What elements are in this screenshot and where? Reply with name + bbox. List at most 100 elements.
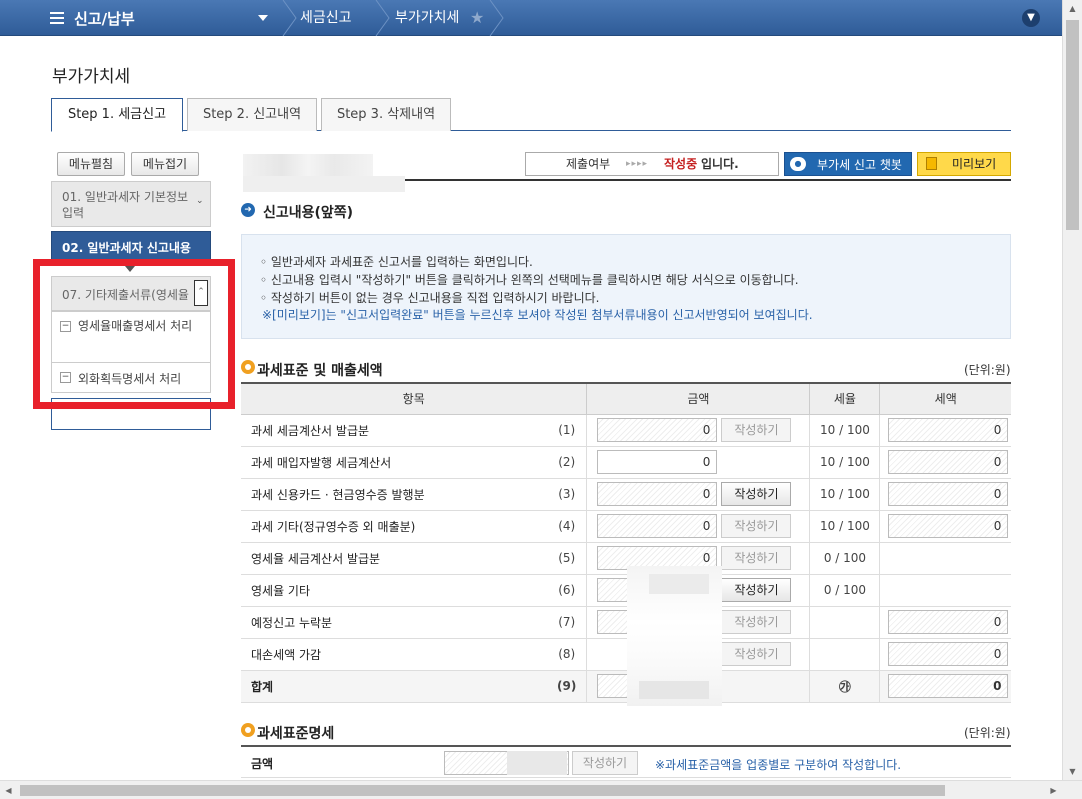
tab-step2[interactable]: Step 2. 신고내역 (187, 98, 317, 131)
amount-input[interactable]: 0 (597, 482, 718, 506)
breadcrumb-separator-icon (374, 0, 392, 36)
menu-collapse-button[interactable]: 메뉴접기 (131, 152, 199, 176)
row-label: 과세 세금계산서 발급분 (241, 414, 547, 447)
tax-input[interactable]: 0 (888, 418, 1009, 442)
tax-input[interactable]: 0 (888, 482, 1009, 506)
info-note: ※[미리보기]는 "신고서입력완료" 버튼을 누르신후 보셔야 작성된 첨부서류… (262, 308, 813, 322)
tax-input[interactable]: 0 (888, 514, 1009, 538)
status-state: 작성중 (664, 157, 698, 171)
step-tabs: Step 1. 세금신고 Step 2. 신고내역 Step 3. 삭제내역 (51, 98, 1011, 132)
tax-input[interactable]: 0 (888, 450, 1009, 474)
horizontal-scrollbar[interactable]: ◀ ▶ (0, 780, 1082, 799)
scrollbar-thumb[interactable] (20, 785, 945, 796)
chatbot-icon: ● (790, 157, 806, 171)
row-label: 대손세액 가감 (241, 638, 547, 671)
breadcrumb-separator-icon (281, 0, 299, 36)
tax-base-note: ※과세표준금액을 업종별로 구분하여 작성합니다. (655, 758, 902, 772)
vertical-scrollbar[interactable]: ▲ ▼ (1062, 0, 1082, 780)
row-number: (8) (546, 638, 587, 671)
amount-cell: 0 작성하기 (586, 478, 810, 511)
write-button[interactable]: 작성하기 (721, 418, 792, 442)
scrollbar-thumb[interactable] (1066, 20, 1079, 230)
tax-base-table: 항목 금액 세율 세액 과세 세금계산서 발급분 (1) 0 작성하기 10 / 100… (241, 382, 1011, 703)
table-row: 과세 신용카드 · 현금영수증 발행분 (3) 0 작성하기 10 / 100 0 (241, 478, 1011, 511)
tab-step3[interactable]: Step 3. 삭제내역 (321, 98, 451, 131)
preview-button[interactable]: 미리보기 (917, 152, 1011, 176)
section-title-tax-base-detail: 과세표준명세 (257, 726, 335, 742)
chevron-down-circle-icon[interactable]: ▼ (1022, 9, 1040, 27)
row-number: (6) (546, 574, 587, 607)
unit-label: (단위:원) (964, 363, 1011, 377)
bullet-circle-icon (241, 360, 255, 374)
rate-cell: 0 / 100 (809, 574, 880, 607)
status-suffix: 입니다. (701, 157, 739, 171)
status-arrows: ▸▸▸▸ (626, 159, 649, 169)
favorite-star-icon[interactable]: ★ (470, 8, 484, 27)
menu-expand-button[interactable]: 메뉴펼침 (57, 152, 125, 176)
submission-status: 제출여부 ▸▸▸▸ 작성중 입니다. (525, 152, 779, 176)
amount-input[interactable]: 0 (597, 418, 718, 442)
tax-input[interactable]: 0 (888, 674, 1009, 698)
column-header-rate: 세율 (809, 382, 880, 415)
table-row: 합계 (9) ㉮ 0 (241, 670, 1011, 703)
tab-step1[interactable]: Step 1. 세금신고 (51, 98, 183, 132)
amount-input[interactable]: 0 (597, 450, 718, 474)
table-row: 과세 기타(정규영수증 외 매출분) (4) 0 작성하기 10 / 100 0 (241, 510, 1011, 543)
row-label-amount: 금액 (251, 757, 274, 771)
write-button[interactable]: 작성하기 (572, 751, 638, 775)
table-row: 대손세액 가감 (8) 작성하기 0 (241, 638, 1011, 671)
vat-chatbot-button[interactable]: ● 부가세 신고 챗봇 (784, 152, 912, 176)
amount-input[interactable]: 0 (597, 514, 718, 538)
scroll-left-icon[interactable]: ◀ (0, 781, 17, 799)
amount-cell: 0 (586, 446, 810, 479)
scroll-right-icon[interactable]: ▶ (1045, 781, 1062, 799)
write-button[interactable]: 작성하기 (721, 482, 792, 506)
row-number: (7) (546, 606, 587, 639)
row-number: (5) (546, 542, 587, 575)
document-icon (926, 157, 937, 170)
unit-label: (단위:원) (964, 726, 1011, 740)
tax-base-detail-table: 금액 작성하기 ※과세표준금액을 업종별로 구분하여 작성합니다. (241, 745, 1011, 778)
caret-down-icon (258, 15, 268, 21)
row-number: (1) (546, 414, 587, 447)
row-label: 예정신고 누락분 (241, 606, 547, 639)
write-button[interactable]: 작성하기 (721, 610, 792, 634)
tax-cell: 0 (879, 606, 1011, 639)
breadcrumb-tax-report[interactable]: 세금신고 (300, 0, 352, 36)
rate-cell: 10 / 100 (809, 414, 880, 447)
page-title: 부가가치세 (52, 67, 131, 87)
tax-cell: 0 (879, 446, 1011, 479)
write-button[interactable]: 작성하기 (721, 546, 792, 570)
row-label: 과세 기타(정규영수증 외 매출분) (241, 510, 547, 543)
sidebar-item-label: 01. 일반과세자 기본정보 입력 (62, 190, 189, 220)
table-row: 영세율 기타 (6) 작성하기 0 / 100 (241, 574, 1011, 607)
main-menu-label: 신고/납부 (74, 9, 135, 28)
tax-input[interactable]: 0 (888, 610, 1009, 634)
section-title-tax-base: 과세표준 및 매출세액 (257, 363, 383, 379)
breadcrumb-vat[interactable]: 부가가치세 (395, 0, 459, 36)
rate-cell: 10 / 100 (809, 510, 880, 543)
arrow-right-circle-icon: ➜ (241, 203, 255, 217)
write-button[interactable]: 작성하기 (721, 642, 792, 666)
sidebar-item-basic-info[interactable]: 01. 일반과세자 기본정보 입력 ⌄ (51, 181, 211, 227)
top-navigation-bar: 신고/납부 세금신고 부가가치세 ★ ▼ (0, 0, 1062, 36)
scroll-down-icon[interactable]: ▼ (1063, 763, 1082, 780)
highlight-annotation-box (33, 259, 235, 409)
row-label: 영세율 세금계산서 발급분 (241, 542, 547, 575)
table-row: 예정신고 누락분 (7) 작성하기 0 (241, 606, 1011, 639)
write-button[interactable]: 작성하기 (721, 578, 792, 602)
redacted-amount (507, 751, 567, 775)
write-button[interactable]: 작성하기 (721, 514, 792, 538)
tax-input[interactable]: 0 (888, 642, 1009, 666)
tax-cell: 0 (879, 638, 1011, 671)
status-label: 제출여부 (566, 157, 611, 171)
row-number: (4) (546, 510, 587, 543)
amount-cell: 0 작성하기 (586, 414, 810, 447)
table-row: 영세율 세금계산서 발급분 (5) 0 작성하기 0 / 100 (241, 542, 1011, 575)
redacted-name-area (243, 154, 373, 176)
main-menu-dropdown[interactable]: 신고/납부 (50, 0, 280, 36)
chatbot-button-label: 부가세 신고 챗봇 (817, 158, 902, 172)
scroll-up-icon[interactable]: ▲ (1063, 0, 1082, 17)
redacted-amount-area (627, 566, 722, 706)
tax-cell (879, 542, 1011, 575)
